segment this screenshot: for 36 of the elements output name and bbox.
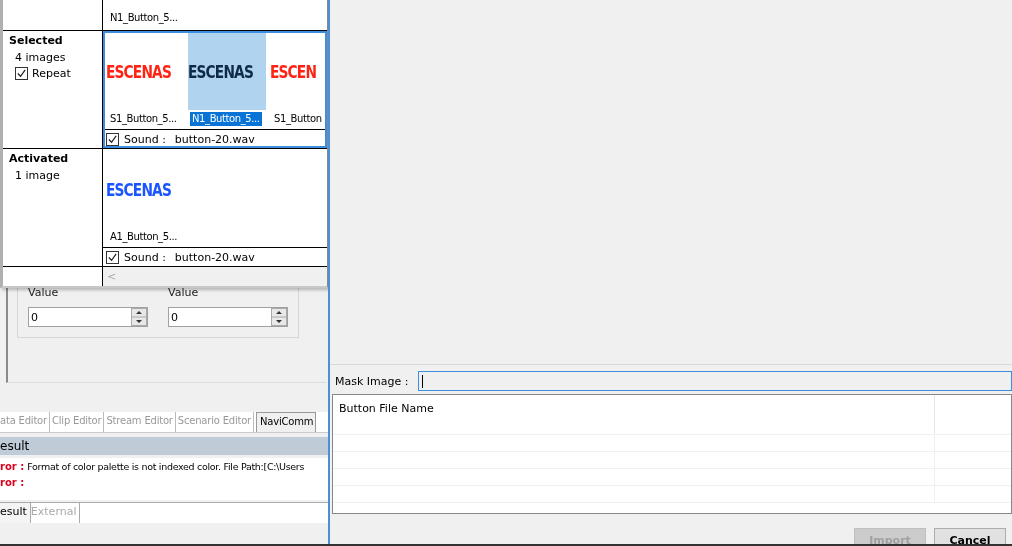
mask-image-field[interactable] [418,371,1012,391]
button-image[interactable]: ESCENAS [188,32,266,110]
spin-field[interactable]: 0 [28,307,148,327]
image-count: 1 image [15,170,60,182]
button-image[interactable]: ESCENAS [106,150,184,228]
error-label: ror : [0,476,25,490]
thumbnail-label[interactable]: N1_Button_5... [108,11,180,25]
sound-checkbox[interactable] [106,250,119,264]
sound-label: Sound : [124,250,166,264]
check-icon [16,68,27,79]
image-count: 4 images [15,52,66,64]
panel-tab[interactable]: esult [0,503,31,523]
sound-label: Sound : [124,132,166,146]
state-name: Selected [9,34,63,48]
thumbnail-label[interactable]: A1_Button_5... [108,230,179,244]
mask-image-label: Mask Image : [335,374,409,388]
spin-arrows-icon[interactable] [271,308,287,326]
spin-field[interactable]: 0 [168,307,288,327]
button-image[interactable]: ESCENAS [106,32,184,110]
thumbnail-label[interactable]: S1_Button [272,112,324,126]
spin-arrows-icon[interactable] [131,308,147,326]
panel-header: esult [0,437,330,455]
error-message: Format of color palette is not indexed color. File Path:[C:\Users [27,460,305,474]
thumbnail-label[interactable]: S1_Button_5... [108,112,179,126]
error-label: ror : [0,460,25,474]
sound-file: button-20.wav [174,250,255,264]
button-image[interactable]: ESCEN [270,32,327,110]
state-name: Activated [9,152,69,166]
thumbnail-label[interactable]: N1_Button_5... [190,112,262,126]
sound-checkbox[interactable] [106,132,119,146]
repeat-checkbox[interactable]: Repeat [15,67,71,80]
editor-tab[interactable]: NaviComm [256,412,317,432]
value-label: Value [168,286,200,299]
sound-file: button-20.wav [174,132,255,146]
column-header[interactable]: Button File Name [333,395,935,434]
value-label: Value [28,286,60,299]
